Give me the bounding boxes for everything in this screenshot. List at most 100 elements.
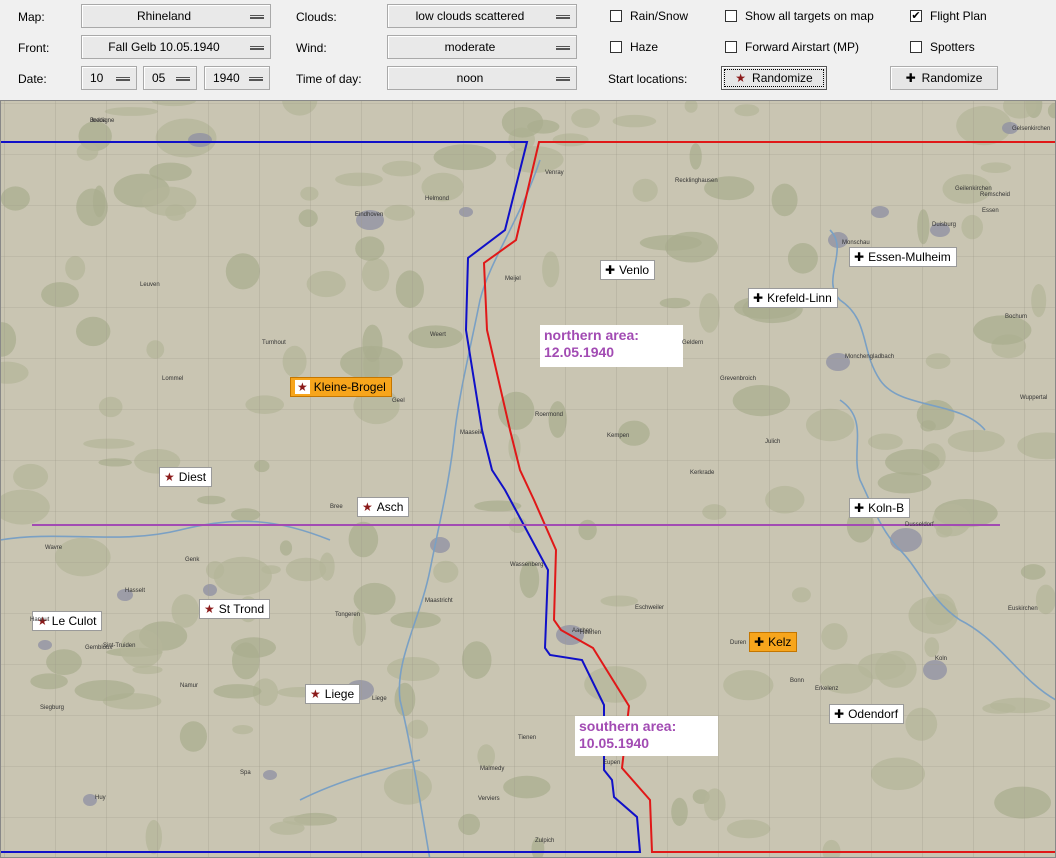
star-icon: ★ xyxy=(204,602,215,616)
checkbox-checked-box: ✔ xyxy=(910,10,922,22)
time-of-day-value: noon xyxy=(456,71,484,85)
show-all-targets-label: Show all targets on map xyxy=(745,9,874,23)
town-label: Monchengladbach xyxy=(845,354,895,360)
town-label: Remscheid xyxy=(980,192,1011,198)
date-day-select[interactable]: 10 xyxy=(81,66,137,90)
town-label: Maastricht xyxy=(425,598,453,604)
spotters-checkbox[interactable]: Spotters xyxy=(910,39,1010,55)
airfield-marker-koln-b[interactable]: ✚ Koln-B xyxy=(849,498,911,518)
town-label: Wuppertal xyxy=(1020,395,1048,401)
wind-label: Wind: xyxy=(296,41,327,55)
southern-area-label: southern area: 10.05.1940 xyxy=(575,716,718,756)
town-label: Maaseik xyxy=(460,430,483,436)
airfield-marker-odendorf[interactable]: ✚ Odendorf xyxy=(829,704,905,724)
airfield-name: Le Culot xyxy=(51,614,97,628)
time-of-day-select[interactable]: noon xyxy=(387,66,577,90)
star-icon: ★ xyxy=(362,500,373,514)
cross-icon: ✚ xyxy=(854,250,865,264)
town-label: Hannut xyxy=(30,617,50,623)
date-month-value: 05 xyxy=(152,71,166,85)
checkbox-box xyxy=(725,41,737,53)
airfield-name: Asch xyxy=(376,500,404,514)
chevron-down-icon xyxy=(249,77,263,81)
haze-checkbox[interactable]: Haze xyxy=(610,39,710,55)
town-label: Gelsenkirchen xyxy=(1012,126,1051,132)
airfield-marker-essen-mulheim[interactable]: ✚ Essen-Mulheim xyxy=(849,247,957,267)
northern-area-title: northern area: xyxy=(544,327,639,343)
northern-area-label: northern area: 12.05.1940 xyxy=(540,325,683,367)
date-year-select[interactable]: 1940 xyxy=(204,66,270,90)
star-icon: ★ xyxy=(164,470,175,484)
town-label: Eindhoven xyxy=(355,212,384,218)
town-label: Spa xyxy=(240,770,251,776)
airfield-name: Kelz xyxy=(768,635,792,649)
chevron-down-icon xyxy=(176,77,190,81)
cross-icon: ✚ xyxy=(834,707,845,721)
star-icon: ★ xyxy=(295,380,310,394)
front-label: Front: xyxy=(18,41,50,55)
airfield-marker-liege[interactable]: ★ Liege xyxy=(305,684,361,704)
airfield-name: Diest xyxy=(178,470,207,484)
southern-area-title: southern area: xyxy=(579,718,677,734)
town-label: Siegburg xyxy=(40,705,65,711)
airfield-name: Venlo xyxy=(619,263,650,277)
checkbox-box xyxy=(610,41,622,53)
town-label: Leuven xyxy=(140,282,160,288)
airfield-marker-st-trond[interactable]: ★ St Trond xyxy=(199,599,271,619)
airfield-marker-asch[interactable]: ★ Asch xyxy=(357,497,410,517)
town-label: Huy xyxy=(95,795,106,801)
airfield-marker-diest[interactable]: ★ Diest xyxy=(159,467,213,487)
spotters-label: Spotters xyxy=(930,40,975,54)
clouds-select[interactable]: low clouds scattered xyxy=(387,4,577,28)
town-label: Liege xyxy=(372,696,387,702)
rain-snow-checkbox[interactable]: Rain/Snow xyxy=(610,8,710,24)
rain-snow-label: Rain/Snow xyxy=(630,9,689,23)
town-label: Weert xyxy=(430,332,446,338)
town-label: Bonn xyxy=(790,678,805,684)
airfield-marker-krefeld-linn[interactable]: ✚ Krefeld-Linn xyxy=(748,288,838,308)
town-label: Grevenbroich xyxy=(720,376,757,382)
map-select[interactable]: Rhineland xyxy=(81,4,271,28)
town-label: Turnhout xyxy=(262,340,286,346)
wind-select[interactable]: moderate xyxy=(387,35,577,59)
flight-plan-checkbox[interactable]: ✔ Flight Plan xyxy=(910,8,1010,24)
front-select[interactable]: Fall Gelb 10.05.1940 xyxy=(81,35,271,59)
start-locations-label: Start locations: xyxy=(608,72,688,86)
front-select-value: Fall Gelb 10.05.1940 xyxy=(108,40,220,54)
town-label: Zulpich xyxy=(535,838,555,844)
date-month-select[interactable]: 05 xyxy=(143,66,197,90)
chevron-down-icon xyxy=(556,15,570,19)
town-label: Euskirchen xyxy=(1008,606,1038,612)
town-label: Recklinghausen xyxy=(675,178,718,184)
date-day-value: 10 xyxy=(90,71,104,85)
randomize-axis-start-button[interactable]: ★ Randomize xyxy=(721,66,827,90)
airfield-marker-kleine-brogel[interactable]: ★ Kleine-Brogel xyxy=(290,377,392,397)
town-label: Jodoigne xyxy=(90,118,115,124)
town-label: Tienen xyxy=(518,735,537,741)
forward-airstart-checkbox[interactable]: Forward Airstart (MP) xyxy=(725,39,895,55)
town-label: Geel xyxy=(392,398,405,404)
chevron-down-icon xyxy=(556,77,570,81)
town-label: Gembloux xyxy=(85,645,113,651)
town-label: Namur xyxy=(180,683,199,689)
wind-select-value: moderate xyxy=(444,40,496,54)
mission-map[interactable]: northern area: 12.05.1940 southern area:… xyxy=(0,100,1056,858)
randomize-allied-start-button[interactable]: ✚ Randomize xyxy=(890,66,998,90)
airfield-marker-kelz[interactable]: ✚ Kelz xyxy=(749,632,798,652)
town-label: Malmedy xyxy=(480,766,505,772)
checkbox-box xyxy=(910,41,922,53)
airfield-marker-venlo[interactable]: ✚ Venlo xyxy=(600,260,656,280)
town-label: Koln xyxy=(935,656,948,662)
airfield-name: Koln-B xyxy=(868,501,905,515)
show-all-targets-checkbox[interactable]: Show all targets on map xyxy=(725,8,895,24)
mission-settings-toolbar: Map: Rhineland Front: Fall Gelb 10.05.19… xyxy=(0,0,1056,100)
town-label: Bree xyxy=(330,504,343,510)
airfield-name: Essen-Mulheim xyxy=(868,250,951,264)
airfield-name: Kleine-Brogel xyxy=(313,380,386,394)
date-label: Date: xyxy=(18,72,47,86)
town-label: Wavre xyxy=(45,545,63,551)
clouds-label: Clouds: xyxy=(296,10,337,24)
town-label: Meijel xyxy=(505,276,521,282)
town-label: Kerkrade xyxy=(690,470,715,476)
airfield-name: St Trond xyxy=(218,602,265,616)
